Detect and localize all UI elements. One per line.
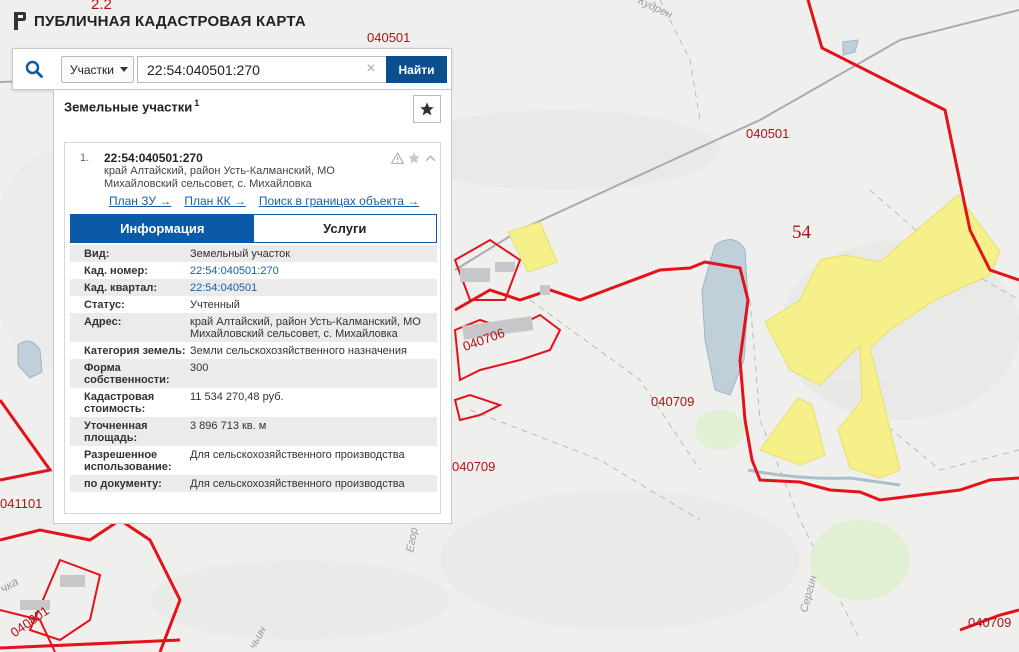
object-type-value: Участки bbox=[70, 62, 114, 77]
info-table: Вид: Земельный участок Кад. номер: 22:54:04… bbox=[70, 245, 437, 492]
info-value: 3 896 713 кв. м bbox=[190, 420, 267, 432]
info-key: Вид: bbox=[84, 248, 110, 260]
info-key: Кад. номер: bbox=[84, 265, 148, 277]
info-value: Для сельскохозяйственного производства bbox=[190, 449, 405, 461]
item-cadastral-number[interactable]: 22:54:040501:270 bbox=[104, 151, 203, 165]
map-label: 040501 bbox=[367, 30, 411, 45]
info-row: Кад. квартал: 22:54:040501 bbox=[70, 279, 437, 296]
info-key: Категория земель: bbox=[84, 345, 186, 357]
info-row: Кад. номер: 22:54:040501:270 bbox=[70, 262, 437, 279]
info-row: Форма собственности: 300 bbox=[70, 359, 437, 388]
tab-services[interactable]: Услуги bbox=[253, 215, 436, 242]
results-panel: Земельные участки 1 1. 22:54:040501:270 к… bbox=[53, 90, 452, 524]
search-icon[interactable] bbox=[13, 49, 55, 89]
map-label: 040709 bbox=[452, 459, 496, 474]
item-links: План ЗУ → План КК → Поиск в границах объ… bbox=[109, 194, 419, 208]
info-value: Учтенный bbox=[190, 299, 240, 311]
result-card[interactable]: 1. 22:54:040501:270 край Алтайский, райо… bbox=[64, 142, 441, 514]
info-value: Земли сельскохозяйственного назначения bbox=[190, 345, 407, 357]
chevron-down-icon bbox=[120, 67, 128, 72]
search-panel: Участки × Найти Земельные участки1 1. 22… bbox=[12, 48, 452, 524]
results-header: Земельные участки 1 bbox=[64, 98, 199, 114]
app-brand: ПУБЛИЧНАЯ КАДАСТРОВАЯ КАРТА bbox=[12, 12, 306, 30]
info-row: Адрес: край Алтайский, район Усть-Калманс… bbox=[70, 313, 437, 342]
logo-icon bbox=[14, 12, 26, 30]
info-value[interactable]: 22:54:040501:270 bbox=[190, 264, 437, 277]
map-label: 040709 bbox=[651, 394, 695, 409]
object-type-select[interactable]: Участки bbox=[61, 56, 134, 83]
info-row: Вид: Земельный участок bbox=[70, 245, 437, 262]
star-icon[interactable] bbox=[407, 151, 421, 165]
chevron-up-icon[interactable] bbox=[424, 152, 437, 165]
info-key: по документу: bbox=[84, 478, 162, 490]
tab-info[interactable]: Информация bbox=[71, 215, 254, 242]
info-value: 11 534 270,48 руб. bbox=[190, 391, 284, 403]
info-row: Разрешенное использование: Для сельскохоз… bbox=[70, 446, 437, 475]
info-row: Статус: Учтенный bbox=[70, 296, 437, 313]
search-input[interactable] bbox=[137, 56, 387, 83]
map-label: 040501 bbox=[746, 126, 790, 141]
info-value: 300 bbox=[190, 362, 209, 374]
find-button[interactable]: Найти bbox=[386, 56, 447, 83]
close-icon[interactable]: × bbox=[363, 61, 379, 77]
info-key: Уточненная площадь: bbox=[84, 420, 148, 444]
map-label: 040709 bbox=[968, 615, 1012, 630]
info-row: по документу: Для сельскохозяйственного п… bbox=[70, 475, 437, 492]
item-number: 1. bbox=[80, 152, 90, 164]
info-value: Земельный участок bbox=[190, 248, 291, 260]
results-title: Земельные участки bbox=[64, 99, 193, 115]
detail-tabs: Информация Услуги bbox=[70, 214, 437, 243]
search-bar: Участки × Найти bbox=[12, 48, 452, 90]
results-count: 1 bbox=[194, 98, 200, 108]
info-value[interactable]: 22:54:040501 bbox=[190, 281, 437, 294]
info-row: Категория земель: Земли сельскохозяйствен… bbox=[70, 342, 437, 359]
info-row: Уточненная площадь: 3 896 713 кв. м bbox=[70, 417, 437, 446]
region-label: 54 bbox=[792, 222, 811, 243]
info-key: Статус: bbox=[84, 299, 125, 311]
info-key: Адрес: bbox=[84, 316, 122, 328]
plan-kk-link[interactable]: План КК → bbox=[184, 194, 246, 208]
info-key: Форма собственности: bbox=[84, 362, 170, 386]
search-in-bounds-link[interactable]: Поиск в границах объекта → bbox=[259, 194, 419, 208]
info-key: Кад. квартал: bbox=[84, 282, 158, 294]
card-actions bbox=[391, 151, 437, 165]
plan-zu-link[interactable]: План ЗУ → bbox=[109, 194, 171, 208]
info-row: Кадастровая стоимость: 11 534 270,48 руб. bbox=[70, 388, 437, 417]
star-icon bbox=[420, 102, 434, 116]
info-key: Разрешенное использование: bbox=[84, 449, 172, 473]
item-address: край Алтайский, район Усть-Калманский, М… bbox=[104, 165, 335, 190]
info-value: край Алтайский, район Усть-Калманский, М… bbox=[190, 316, 421, 340]
favorites-button[interactable] bbox=[413, 95, 441, 123]
info-value: Для сельскохозяйственного производства bbox=[190, 478, 405, 490]
warning-icon[interactable] bbox=[391, 151, 404, 165]
app-title: ПУБЛИЧНАЯ КАДАСТРОВАЯ КАРТА bbox=[34, 12, 306, 30]
info-key: Кадастровая стоимость: bbox=[84, 391, 155, 415]
